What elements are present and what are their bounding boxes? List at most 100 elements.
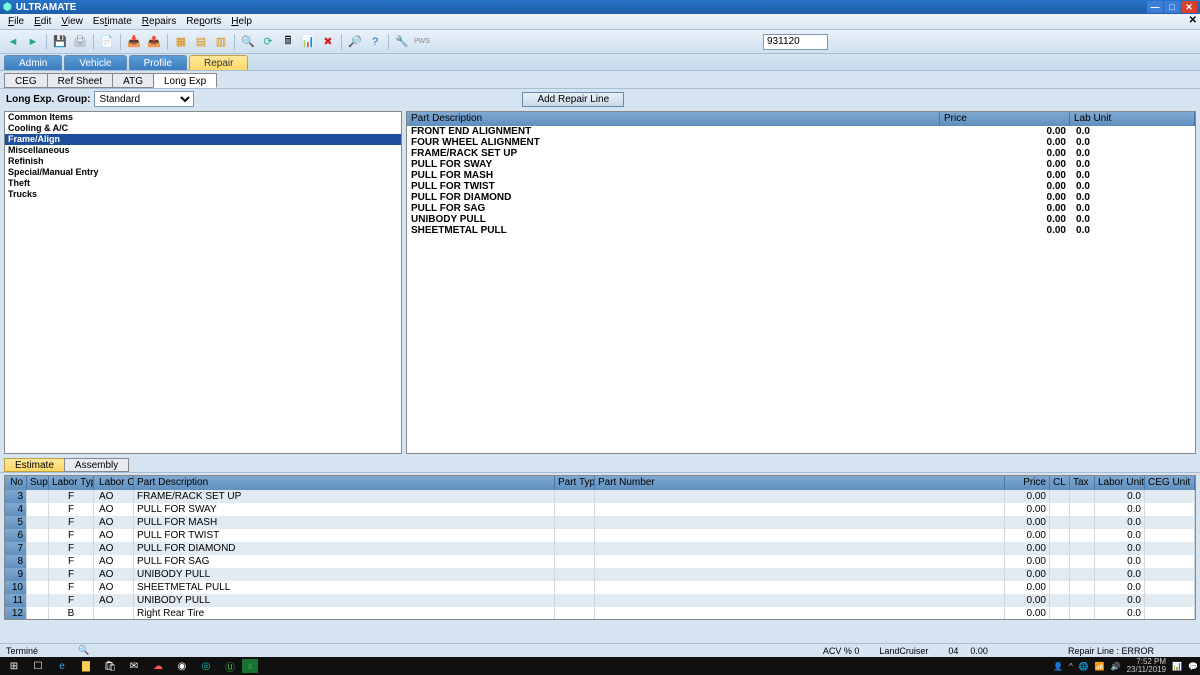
col-price[interactable]: Price <box>940 112 1070 126</box>
col-part-description[interactable]: Part Description <box>407 112 940 126</box>
ecol-no[interactable]: No <box>5 476 27 490</box>
back-icon[interactable]: ◄ <box>4 33 22 51</box>
estimate-row[interactable]: 12BRight Rear Tire0.000.0 <box>5 607 1195 619</box>
category-item[interactable]: Common Items <box>5 112 401 123</box>
estimate-row[interactable]: 5FAOPULL FOR MASH0.000.0 <box>5 516 1195 529</box>
new-icon[interactable]: 📄 <box>98 33 116 51</box>
estimate-row[interactable]: 10FAOSHEETMETAL PULL0.000.0 <box>5 581 1195 594</box>
export-icon[interactable]: 📤 <box>145 33 163 51</box>
menu-help[interactable]: Help <box>226 16 257 27</box>
help-icon[interactable]: ? <box>366 33 384 51</box>
menu-repairs[interactable]: Repairs <box>137 16 181 27</box>
btab-assembly[interactable]: Assembly <box>64 458 129 472</box>
category-item[interactable]: Theft <box>5 178 401 189</box>
systray[interactable]: 👤 ^ 🌐 📶 🔊 7:52 PM 23/11/2019 📊 💬 <box>1053 658 1198 674</box>
layout2-icon[interactable]: ▤ <box>192 33 210 51</box>
group-select[interactable]: Standard <box>94 91 194 107</box>
estimate-row[interactable]: 4FAOPULL FOR SWAY0.000.0 <box>5 503 1195 516</box>
category-item[interactable]: Refinish <box>5 156 401 167</box>
subtab-longexp[interactable]: Long Exp <box>153 73 217 88</box>
category-item[interactable]: Cooling & A/C <box>5 123 401 134</box>
search-footer-icon[interactable]: 🔍 <box>78 645 89 656</box>
menu-view[interactable]: View <box>56 16 88 27</box>
add-repair-line-button[interactable]: Add Repair Line <box>522 92 624 107</box>
tab-repair[interactable]: Repair <box>189 55 248 70</box>
edge-icon[interactable]: e <box>50 658 74 674</box>
tray-clock[interactable]: 7:52 PM 23/11/2019 <box>1127 658 1166 674</box>
menu-estimate[interactable]: Estimate <box>88 16 137 27</box>
tab-vehicle[interactable]: Vehicle <box>64 55 126 70</box>
tray-vol-icon[interactable]: 🔊 <box>1111 662 1121 671</box>
ecol-labor-type[interactable]: Labor Type <box>49 476 94 490</box>
tray-wifi-icon[interactable]: 📶 <box>1095 662 1105 671</box>
parts-row[interactable]: SHEETMETAL PULL0.000.0 <box>407 225 1195 236</box>
parts-row[interactable]: PULL FOR SAG0.000.0 <box>407 203 1195 214</box>
start-button[interactable]: ⊞ <box>2 658 26 674</box>
parts-row[interactable]: UNIBODY PULL0.000.0 <box>407 214 1195 225</box>
chrome-icon[interactable]: ◉ <box>170 658 194 674</box>
estimate-row[interactable]: 6FAOPULL FOR TWIST0.000.0 <box>5 529 1195 542</box>
category-list[interactable]: Common ItemsCooling & A/CFrame/AlignMisc… <box>4 111 402 454</box>
store-icon[interactable]: 🛍 <box>98 658 122 674</box>
print-icon[interactable]: 🖨 <box>71 33 89 51</box>
tray-chart-icon[interactable]: 📊 <box>1172 662 1182 671</box>
taskview-icon[interactable]: ☐ <box>26 658 50 674</box>
category-item[interactable]: Trucks <box>5 189 401 200</box>
save-icon[interactable]: 💾 <box>51 33 69 51</box>
calc-icon[interactable]: 🖩 <box>279 33 297 51</box>
menu-edit[interactable]: Edit <box>29 16 56 27</box>
app1-icon[interactable]: ☁ <box>146 658 170 674</box>
ecol-cl[interactable]: CL <box>1050 476 1070 490</box>
subtab-atg[interactable]: ATG <box>112 73 154 88</box>
mdi-close-button[interactable]: ✕ <box>1189 15 1197 26</box>
ecol-tax[interactable]: Tax <box>1070 476 1095 490</box>
tools-icon[interactable]: 🔧 <box>393 33 411 51</box>
tray-net-icon[interactable]: 🌐 <box>1079 662 1089 671</box>
explorer-icon[interactable]: ▇ <box>74 658 98 674</box>
estimate-row[interactable]: 3FAOFRAME/RACK SET UP0.000.0 <box>5 490 1195 503</box>
layout1-icon[interactable]: ▦ <box>172 33 190 51</box>
ecol-price[interactable]: Price <box>1005 476 1050 490</box>
layout3-icon[interactable]: ▥ <box>212 33 230 51</box>
parts-grid-body[interactable]: FRONT END ALIGNMENT0.000.0FOUR WHEEL ALI… <box>407 126 1195 453</box>
parts-row[interactable]: FRONT END ALIGNMENT0.000.0 <box>407 126 1195 137</box>
tab-profile[interactable]: Profile <box>129 55 187 70</box>
menu-file[interactable]: File <box>3 16 29 27</box>
search-icon[interactable]: 🔎 <box>346 33 364 51</box>
zoom-icon[interactable]: 🔍 <box>239 33 257 51</box>
col-lab-unit[interactable]: Lab Unit <box>1070 112 1195 126</box>
import-icon[interactable]: 📥 <box>125 33 143 51</box>
app3-icon[interactable]: Ⓤ <box>218 658 242 674</box>
estimate-row[interactable]: 9FAOUNIBODY PULL0.000.0 <box>5 568 1195 581</box>
tray-people-icon[interactable]: 👤 <box>1053 662 1063 671</box>
sheet-icon[interactable]: 📊 <box>299 33 317 51</box>
excel-icon[interactable]: x <box>242 659 258 673</box>
parts-row[interactable]: PULL FOR MASH0.000.0 <box>407 170 1195 181</box>
btab-estimate[interactable]: Estimate <box>4 458 65 472</box>
estimate-row[interactable]: 11FAOUNIBODY PULL0.000.0 <box>5 594 1195 607</box>
estimate-row[interactable]: 7FAOPULL FOR DIAMOND0.000.0 <box>5 542 1195 555</box>
pws-icon[interactable]: PWS <box>413 33 431 51</box>
estimate-row[interactable]: 8FAOPULL FOR SAG0.000.0 <box>5 555 1195 568</box>
category-item[interactable]: Miscellaneous <box>5 145 401 156</box>
ecol-labor-op[interactable]: Labor Op <box>94 476 134 490</box>
close-button[interactable]: ✕ <box>1181 1 1197 13</box>
subtab-refsheet[interactable]: Ref Sheet <box>47 73 113 88</box>
ecol-ceg[interactable]: CEG Unit <box>1145 476 1195 490</box>
tab-admin[interactable]: Admin <box>4 55 62 70</box>
ecol-lunit[interactable]: Labor Unit <box>1095 476 1145 490</box>
search-input[interactable] <box>763 34 828 50</box>
maximize-button[interactable]: □ <box>1164 1 1180 13</box>
parts-row[interactable]: PULL FOR DIAMOND0.000.0 <box>407 192 1195 203</box>
parts-row[interactable]: FOUR WHEEL ALIGNMENT0.000.0 <box>407 137 1195 148</box>
ecol-sup[interactable]: Sup <box>27 476 49 490</box>
estimate-body[interactable]: 3FAOFRAME/RACK SET UP0.000.04FAOPULL FOR… <box>5 490 1195 619</box>
app2-icon[interactable]: ◎ <box>194 658 218 674</box>
parts-row[interactable]: FRAME/RACK SET UP0.000.0 <box>407 148 1195 159</box>
subtab-ceg[interactable]: CEG <box>4 73 48 88</box>
ecol-desc[interactable]: Part Description <box>134 476 555 490</box>
ecol-ptype[interactable]: Part Type <box>555 476 595 490</box>
mail-icon[interactable]: ✉ <box>122 658 146 674</box>
parts-row[interactable]: PULL FOR SWAY0.000.0 <box>407 159 1195 170</box>
tray-notif-icon[interactable]: 💬 <box>1188 662 1198 671</box>
